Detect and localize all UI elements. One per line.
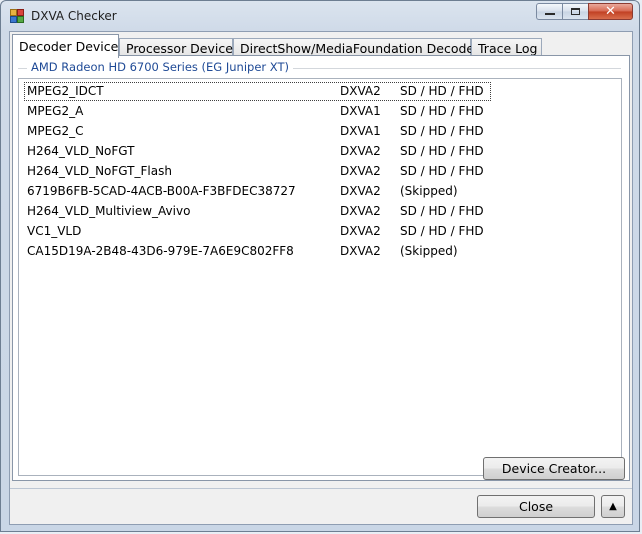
client-area: Decoder Device Processor Device DirectSh… [9, 31, 633, 525]
decoder-resolution: SD / HD / FHD [400, 164, 484, 178]
list-item[interactable]: MPEG2_C DXVA1 SD / HD / FHD [19, 122, 621, 142]
decoder-resolution: SD / HD / FHD [400, 104, 484, 118]
close-button[interactable]: Close [477, 495, 595, 518]
list-item[interactable]: MPEG2_IDCT DXVA2 SD / HD / FHD [19, 82, 621, 102]
decoder-api: DXVA2 [340, 84, 381, 98]
decoder-resolution: (Skipped) [400, 244, 458, 258]
decoder-resolution: (Skipped) [400, 184, 458, 198]
expand-button[interactable]: ▲ [601, 495, 625, 518]
app-window: DXVA Checker ✕ Decoder Device Processor … [0, 0, 640, 532]
decoder-name: MPEG2_C [27, 124, 84, 138]
list-item[interactable]: H264_VLD_Multiview_Avivo DXVA2 SD / HD /… [19, 202, 621, 222]
gpu-group-label: AMD Radeon HD 6700 Series (EG Juniper XT… [27, 60, 293, 74]
decoder-resolution: SD / HD / FHD [400, 144, 484, 158]
decoder-list[interactable]: MPEG2_IDCT DXVA2 SD / HD / FHD MPEG2_A D… [18, 78, 622, 476]
decoder-api: DXVA2 [340, 204, 381, 218]
close-icon: ✕ [605, 4, 616, 19]
decoder-resolution: SD / HD / FHD [400, 84, 484, 98]
decoder-name: MPEG2_A [27, 104, 84, 118]
device-creator-button[interactable]: Device Creator... [483, 457, 625, 480]
decoder-name: H264_VLD_NoFGT_Flash [27, 164, 172, 178]
maximize-icon [571, 8, 580, 15]
decoder-resolution: SD / HD / FHD [400, 124, 484, 138]
close-window-button[interactable]: ✕ [588, 3, 633, 20]
list-item[interactable]: H264_VLD_NoFGT DXVA2 SD / HD / FHD [19, 142, 621, 162]
list-item[interactable]: H264_VLD_NoFGT_Flash DXVA2 SD / HD / FHD [19, 162, 621, 182]
decoder-name: H264_VLD_Multiview_Avivo [27, 204, 191, 218]
decoder-api: DXVA2 [340, 184, 381, 198]
decoder-device-panel: AMD Radeon HD 6700 Series (EG Juniper XT… [12, 55, 630, 481]
decoder-name: H264_VLD_NoFGT [27, 144, 135, 158]
list-item[interactable]: VC1_VLD DXVA2 SD / HD / FHD [19, 222, 621, 242]
maximize-button[interactable] [562, 3, 588, 20]
decoder-api: DXVA2 [340, 144, 381, 158]
decoder-name: VC1_VLD [27, 224, 82, 238]
decoder-name: CA15D19A-2B48-43D6-979E-7A6E9C802FF8 [27, 244, 294, 258]
decoder-api: DXVA1 [340, 104, 381, 118]
minimize-icon [544, 13, 555, 15]
decoder-resolution: SD / HD / FHD [400, 204, 484, 218]
decoder-api: DXVA2 [340, 224, 381, 238]
decoder-name: 6719B6FB-5CAD-4ACB-B00A-F3BFDEC38727 [27, 184, 296, 198]
decoder-resolution: SD / HD / FHD [400, 224, 484, 238]
window-title: DXVA Checker [31, 9, 117, 23]
list-item[interactable]: CA15D19A-2B48-43D6-979E-7A6E9C802FF8 DXV… [19, 242, 621, 262]
tab-decoder-device[interactable]: Decoder Device [12, 34, 119, 58]
window-controls: ✕ [536, 3, 633, 22]
decoder-name: MPEG2_IDCT [27, 84, 104, 98]
chevron-up-icon: ▲ [609, 501, 617, 512]
decoder-api: DXVA1 [340, 124, 381, 138]
bottom-separator [10, 488, 632, 489]
decoder-api: DXVA2 [340, 244, 381, 258]
title-bar[interactable]: DXVA Checker ✕ [1, 1, 639, 31]
app-icon[interactable] [10, 9, 24, 23]
list-item[interactable]: MPEG2_A DXVA1 SD / HD / FHD [19, 102, 621, 122]
list-item[interactable]: 6719B6FB-5CAD-4ACB-B00A-F3BFDEC38727 DXV… [19, 182, 621, 202]
minimize-button[interactable] [536, 3, 562, 20]
decoder-api: DXVA2 [340, 164, 381, 178]
